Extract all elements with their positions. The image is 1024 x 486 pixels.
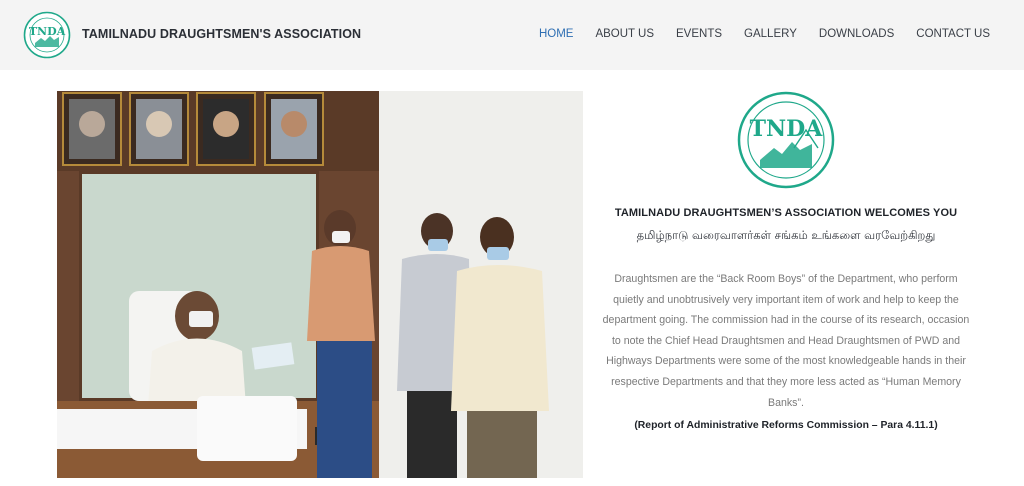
main-nav: HOME ABOUT US EVENTS GALLERY DOWNLOADS C… <box>517 28 990 40</box>
svg-text:TNDA: TNDA <box>29 25 66 38</box>
site-header: TNDA TAMILNADU DRAUGHTSMEN'S ASSOCIATION… <box>0 0 1024 70</box>
site-title[interactable]: TAMILNADU DRAUGHTSMEN'S ASSOCIATION <box>82 27 361 41</box>
tnda-emblem-icon: TNDA <box>737 91 835 189</box>
welcome-heading: TAMILNADU DRAUGHTSMEN’S ASSOCIATION WELC… <box>614 207 958 219</box>
tnda-logo-icon[interactable]: TNDA <box>23 11 71 59</box>
nav-contact-us[interactable]: CONTACT US <box>916 28 990 40</box>
nav-home[interactable]: HOME <box>539 28 574 40</box>
nav-events[interactable]: EVENTS <box>676 28 722 40</box>
nav-about-us[interactable]: ABOUT US <box>595 28 654 40</box>
welcome-panel: TNDA TAMILNADU DRAUGHTSMEN’S ASSOCIATION… <box>595 90 977 431</box>
hero-photo <box>57 91 583 478</box>
nav-downloads[interactable]: DOWNLOADS <box>819 28 894 40</box>
nav-gallery[interactable]: GALLERY <box>744 28 797 40</box>
citation: (Report of Administrative Reforms Commis… <box>634 420 938 432</box>
welcome-heading-tamil: தமிழ்நாடு வரைவாளர்கள் சங்கம் உங்களை வரவே… <box>636 228 936 242</box>
description-paragraph: Draughtsmen are the “Back Room Boys” of … <box>602 273 970 409</box>
